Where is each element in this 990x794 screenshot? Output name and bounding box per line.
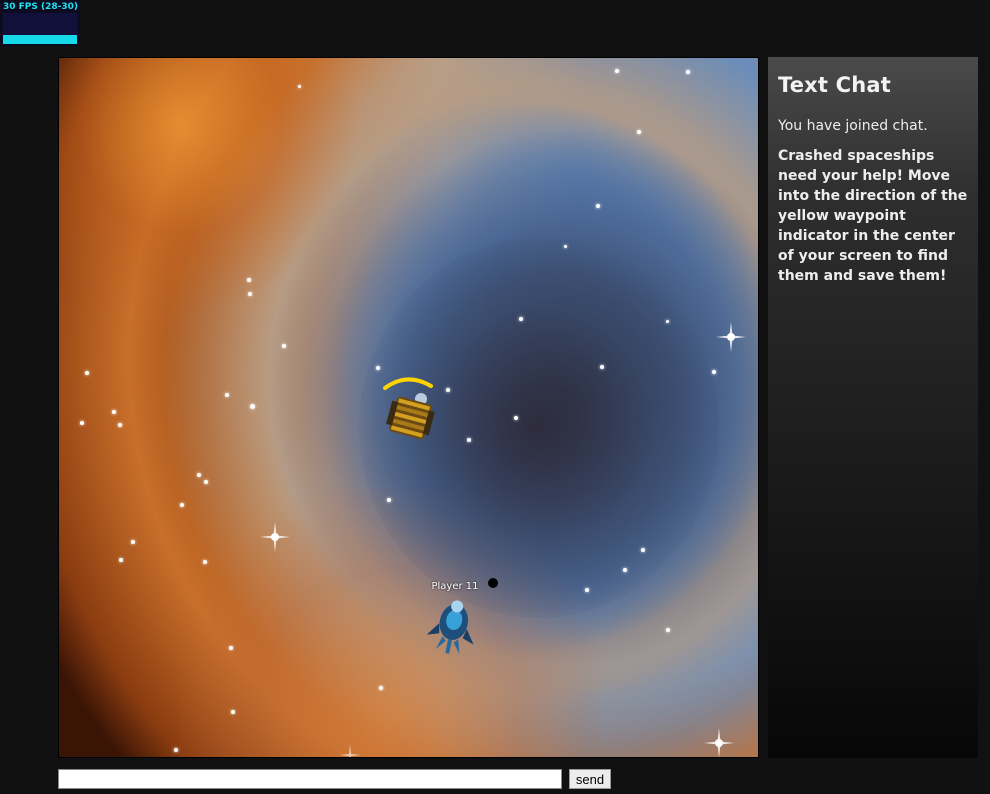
star — [131, 540, 135, 544]
star — [298, 85, 301, 88]
star — [615, 69, 619, 73]
fps-label: 30 FPS (28-30) — [3, 2, 79, 12]
star — [686, 70, 690, 74]
star — [596, 204, 600, 208]
text-chat-panel: Text Chat You have joined chat. Crashed … — [768, 57, 978, 758]
chat-input[interactable] — [58, 769, 562, 789]
star — [666, 320, 669, 323]
star-flare — [716, 322, 746, 352]
star — [641, 548, 645, 552]
fps-bar — [3, 35, 77, 44]
star — [229, 646, 233, 650]
waypoint-indicator — [383, 377, 433, 390]
star — [250, 404, 255, 409]
star — [712, 370, 716, 374]
chat-message: Crashed spaceships need your help! Move … — [778, 148, 968, 284]
chat-title: Text Chat — [778, 73, 892, 97]
star — [519, 317, 523, 321]
fps-meter: 30 FPS (28-30) — [0, 0, 80, 46]
game-canvas[interactable]: Player 11 — [58, 57, 759, 758]
star-flare — [704, 728, 734, 757]
star — [197, 473, 201, 477]
star — [637, 130, 641, 134]
star — [225, 393, 229, 397]
star — [112, 410, 116, 414]
star — [379, 686, 383, 690]
star — [585, 588, 589, 592]
star-flare — [260, 522, 290, 552]
black-dot — [488, 578, 498, 588]
star — [85, 371, 89, 375]
star-flare — [339, 744, 361, 757]
star — [119, 558, 123, 562]
star — [118, 423, 122, 427]
player-name-label: Player 11 — [431, 581, 479, 592]
star — [446, 388, 450, 392]
star — [514, 416, 518, 420]
star — [564, 245, 567, 248]
star — [600, 365, 604, 369]
star — [203, 560, 207, 564]
star — [80, 421, 84, 425]
star — [204, 480, 208, 484]
star — [387, 498, 391, 502]
nebula-glow — [59, 58, 359, 318]
star — [247, 278, 251, 282]
star — [248, 292, 252, 296]
star — [376, 366, 380, 370]
star — [231, 710, 235, 714]
chat-message: You have joined chat. — [778, 118, 928, 134]
star — [467, 438, 471, 442]
star — [666, 628, 670, 632]
crashed-spaceship — [383, 377, 435, 440]
star — [623, 568, 627, 572]
send-button[interactable]: send — [569, 769, 611, 789]
star — [180, 503, 184, 507]
star — [174, 748, 178, 752]
player-spaceship — [427, 600, 474, 654]
star — [282, 344, 286, 348]
